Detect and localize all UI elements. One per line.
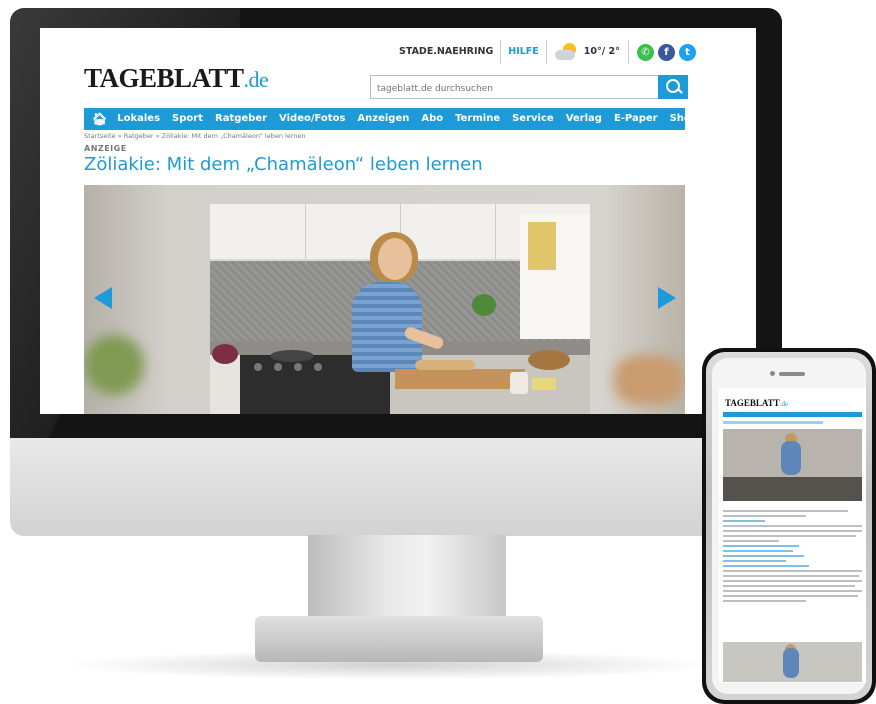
social-links: ✆ f t <box>629 43 696 61</box>
top-links-bar: STADE.NAEHRING HILFE 10°/ 2° ✆ f t <box>392 40 696 64</box>
search-button[interactable] <box>658 75 688 99</box>
phone-logo-tld: .de <box>779 400 789 408</box>
phone-speaker <box>779 372 805 376</box>
article-headline: Zöliakie: Mit dem „Chamäleon“ leben lern… <box>84 154 483 175</box>
front-camera <box>770 371 775 376</box>
nav-item-verlag[interactable]: Verlag <box>560 108 608 130</box>
nav-item-termine[interactable]: Termine <box>449 108 506 130</box>
phone-article-text <box>723 510 862 605</box>
nav-item-abo[interactable]: Abo <box>415 108 449 130</box>
main-navigation: 🏠︎ Lokales Sport Ratgeber Video/Fotos An… <box>84 108 698 130</box>
nav-item-shop[interactable]: Shop <box>664 108 704 130</box>
monitor-chin <box>10 438 782 536</box>
slider-prev-arrow-icon[interactable] <box>94 287 112 309</box>
nav-item-lokales[interactable]: Lokales <box>111 108 166 130</box>
home-icon[interactable]: 🏠︎ <box>84 112 111 126</box>
nav-item-anzeigen[interactable]: Anzeigen <box>351 108 415 130</box>
phone-logo-text: TAGEBLATT <box>725 398 780 408</box>
monitor-stand-neck <box>308 535 506 623</box>
smartphone: TAGEBLATT.de <box>702 348 876 704</box>
image-slider <box>84 185 685 414</box>
nav-item-service[interactable]: Service <box>506 108 560 130</box>
weather-widget[interactable]: 10°/ 2° <box>547 40 629 64</box>
nav-item-video-fotos[interactable]: Video/Fotos <box>273 108 351 130</box>
nav-item-ratgeber[interactable]: Ratgeber <box>209 108 273 130</box>
nav-item-sport[interactable]: Sport <box>166 108 209 130</box>
whatsapp-icon[interactable]: ✆ <box>636 43 654 61</box>
search-box <box>370 75 688 99</box>
phone-screen: TAGEBLATT.de <box>719 388 866 683</box>
partly-cloudy-icon <box>554 43 579 61</box>
facebook-icon[interactable]: f <box>657 43 675 61</box>
logo-text: TAGEBLATT <box>84 63 244 93</box>
weather-temperature: 10°/ 2° <box>583 46 620 57</box>
twitter-icon[interactable]: t <box>678 43 696 61</box>
article-kicker: ANZEIGE <box>84 144 127 153</box>
location-link[interactable]: STADE.NAEHRING <box>392 40 502 64</box>
phone-headline-placeholder <box>723 421 823 424</box>
help-link[interactable]: HILFE <box>501 40 547 64</box>
slider-next-arrow-icon[interactable] <box>658 287 676 309</box>
desktop-monitor: TAGEBLATT.de STADE.NAEHRING HILFE 10°/ 2… <box>10 8 782 536</box>
phone-navigation[interactable] <box>723 412 862 417</box>
phone-kitchen-photo <box>723 429 862 501</box>
nav-item-e-paper[interactable]: E-Paper <box>608 108 664 130</box>
kitchen-photo <box>210 204 590 414</box>
site-logo[interactable]: TAGEBLATT.de <box>84 63 269 94</box>
monitor-screen: TAGEBLATT.de STADE.NAEHRING HILFE 10°/ 2… <box>40 28 756 414</box>
phone-site-logo[interactable]: TAGEBLATT.de <box>725 398 788 408</box>
phone-second-photo <box>723 642 862 682</box>
logo-tld: .de <box>243 67 269 92</box>
search-input[interactable] <box>371 79 663 99</box>
breadcrumb[interactable]: Startseite » Ratgeber » Zöliakie: Mit de… <box>84 132 306 140</box>
monitor-stand-base <box>255 616 543 662</box>
